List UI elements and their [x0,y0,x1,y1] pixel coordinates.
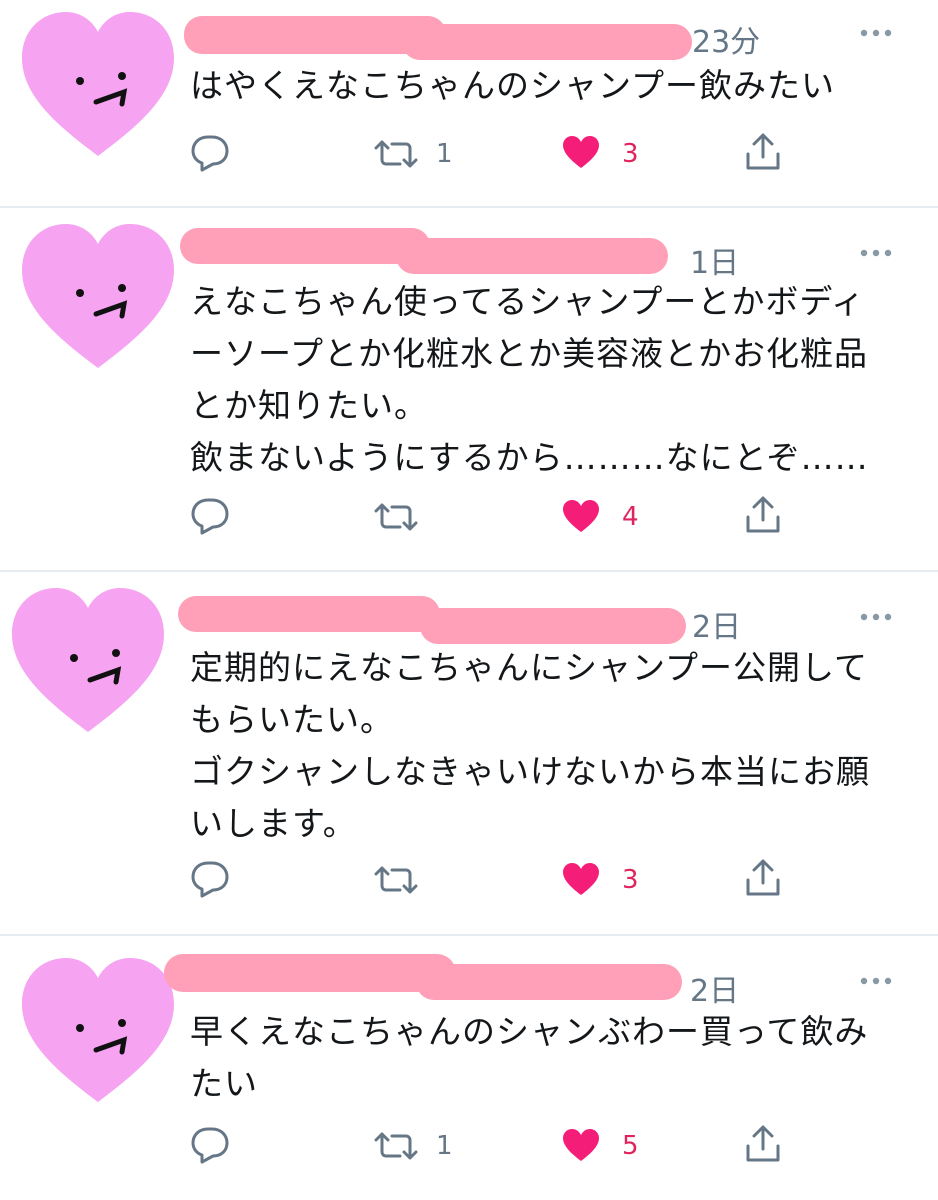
retweet-icon[interactable] [372,1130,420,1162]
more-icon[interactable] [860,974,892,988]
tweet-text: はやくえなこちゃんのシャンプー飲みたい [190,66,836,105]
like-count: 5 [622,1131,639,1161]
retweet-count: 1 [436,139,453,169]
avatar[interactable] [8,584,168,734]
tweet-text: えなこちゃん使ってるシャンプーとかボディ ーソープとか化粧水とか美容液とかお化粧… [190,282,869,477]
retweet-icon[interactable] [372,501,420,533]
tweet-text: 定期的にえなこちゃんにシャンプー公開して もらいたい。 ゴクシャンしなきゃいけな… [190,648,870,843]
like-count: 3 [622,139,639,169]
avatar-eye-icon [76,77,84,85]
tweet-1[interactable]: 23分 はやくえなこちゃんのシャンプー飲みたい 1 3 [0,0,938,206]
avatar[interactable] [18,220,178,370]
redacted-username [184,16,692,60]
avatar[interactable] [18,954,178,1104]
tweet-timestamp: 2日 [690,974,740,1009]
like-count: 3 [622,865,639,895]
reply-icon[interactable] [190,497,230,535]
tweet-3[interactable]: 2日 定期的にえなこちゃんにシャンプー公開して もらいたい。 ゴクシャンしなきゃ… [0,572,938,934]
more-icon[interactable] [860,26,892,40]
reply-icon[interactable] [190,134,230,172]
avatar[interactable] [18,8,178,158]
redacted-username [180,228,668,274]
heart-icon[interactable] [561,1127,601,1163]
tweet-timestamp: 23分 [692,25,761,60]
heart-icon[interactable] [561,498,601,534]
heart-icon[interactable] [561,134,601,170]
like-count: 4 [622,502,639,532]
retweet-icon[interactable] [372,138,420,170]
share-icon[interactable] [745,1124,781,1164]
redacted-username [164,954,682,1000]
redacted-username [178,596,686,644]
heart-icon[interactable] [561,861,601,897]
retweet-icon[interactable] [372,864,420,896]
reply-icon[interactable] [190,1126,230,1164]
tweet-timestamp: 2日 [692,610,742,645]
share-icon[interactable] [745,132,781,172]
tweet-4[interactable]: 2日 早くえなこちゃんのシャンぶわー買って飲み たい 1 5 [0,936,938,1200]
more-icon[interactable] [860,246,892,260]
share-icon[interactable] [745,495,781,535]
share-icon[interactable] [745,858,781,898]
retweet-count: 1 [436,1131,453,1161]
more-icon[interactable] [860,610,892,624]
tweet-text: 早くえなこちゃんのシャンぶわー買って飲み たい [190,1012,869,1103]
reply-icon[interactable] [190,860,230,898]
tweet-2[interactable]: 1日 えなこちゃん使ってるシャンプーとかボディ ーソープとか化粧水とか美容液とか… [0,208,938,570]
